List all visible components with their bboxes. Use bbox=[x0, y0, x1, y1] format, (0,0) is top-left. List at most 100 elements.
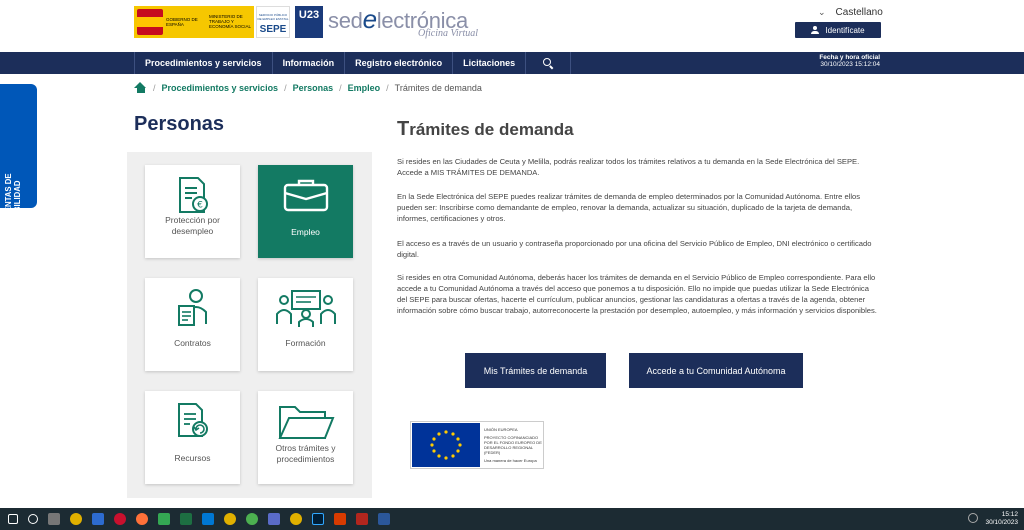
breadcrumb-current: Trámites de demanda bbox=[394, 82, 482, 93]
firefox-icon[interactable] bbox=[136, 513, 148, 525]
photoshop-icon[interactable] bbox=[312, 513, 324, 525]
header: GOBIERNO DE ESPAÑA MINISTERIO DE TRABAJO… bbox=[0, 0, 1024, 52]
breadcrumb-separator: / bbox=[339, 82, 342, 93]
sede-logo-prefix: sed bbox=[328, 8, 363, 33]
accessibility-label-line-1: HERRAMIENTAS DE bbox=[4, 173, 13, 249]
eu-line-1: UNIÓN EUROPEA bbox=[484, 427, 518, 432]
eu-funding-text: UNIÓN EUROPEA PROYECTO COFINANCIADO POR … bbox=[480, 427, 543, 463]
opera-icon[interactable] bbox=[114, 513, 126, 525]
nav-item-licitaciones[interactable]: Licitaciones bbox=[452, 52, 525, 74]
home-icon[interactable] bbox=[134, 82, 147, 93]
paragraph-1: Si resides en las Ciudades de Ceuta y Me… bbox=[397, 157, 860, 177]
page-title: Trámites de demanda bbox=[397, 118, 574, 141]
nav-item-procedimientos[interactable]: Procedimientos y servicios bbox=[134, 52, 272, 74]
card-label: Protección por desempleo bbox=[165, 215, 220, 236]
taskbar-time: 15:12 bbox=[1001, 511, 1018, 518]
person-document-icon bbox=[176, 288, 210, 328]
card-contratos[interactable]: Contratos bbox=[145, 278, 240, 371]
comunidad-autonoma-button[interactable]: Accede a tu Comunidad Autónoma bbox=[629, 353, 803, 388]
chrome-icon[interactable] bbox=[290, 513, 302, 525]
page-title-rest: rámites de demanda bbox=[409, 120, 574, 139]
search-button[interactable] bbox=[525, 52, 572, 74]
app-icon[interactable] bbox=[334, 513, 346, 525]
card-label: Contratos bbox=[174, 338, 211, 348]
accessibility-tools-tab[interactable]: HERRAMIENTAS DE ACCESIBILIDAD bbox=[0, 84, 37, 280]
search-icon bbox=[543, 58, 553, 68]
eu-flag-icon bbox=[412, 423, 480, 467]
breadcrumb: / Procedimientos y servicios / Personas … bbox=[134, 82, 482, 93]
chevron-left-icon bbox=[30, 227, 34, 233]
word-icon[interactable] bbox=[378, 513, 390, 525]
card-formacion[interactable]: Formación bbox=[258, 278, 353, 371]
login-button[interactable]: Identifícate bbox=[795, 22, 881, 38]
main-nav: Procedimientos y servicios Información R… bbox=[0, 52, 1024, 74]
chrome-icon[interactable] bbox=[70, 513, 82, 525]
nav-item-informacion[interactable]: Información bbox=[271, 52, 345, 74]
chevron-down-icon: ⌄ bbox=[818, 7, 826, 17]
wheelchair-icon bbox=[9, 263, 24, 280]
official-datetime: Fecha y hora oficial 30/10/2023 15:12:04 bbox=[819, 54, 880, 68]
gov-logo-text: GOBIERNO DE ESPAÑA bbox=[166, 17, 198, 27]
sepe-logo[interactable]: SERVICIO PÚBLICO DE EMPLEO ESTATAL SEPE bbox=[256, 6, 290, 38]
coat-of-arms-icon bbox=[137, 9, 163, 35]
folder-icon bbox=[277, 401, 335, 441]
breadcrumb-separator: / bbox=[153, 82, 156, 93]
card-label: Empleo bbox=[291, 227, 320, 237]
app-icon[interactable] bbox=[268, 513, 280, 525]
breadcrumb-separator: / bbox=[284, 82, 287, 93]
eu-funding-logo: UNIÓN EUROPEA PROYECTO COFINANCIADO POR … bbox=[410, 421, 544, 469]
trello-icon[interactable] bbox=[92, 513, 104, 525]
svg-text:€: € bbox=[197, 201, 203, 211]
page-title-initial: T bbox=[397, 118, 410, 140]
sepe-logo-small-text: SERVICIO PÚBLICO DE EMPLEO ESTATAL bbox=[257, 13, 289, 21]
breadcrumb-separator: / bbox=[386, 82, 389, 93]
card-otros-tramites[interactable]: Otros trámites y procedimientos bbox=[258, 391, 353, 484]
eu-line-3: Una manera de hacer Europa bbox=[484, 458, 537, 463]
document-refresh-icon bbox=[176, 401, 210, 441]
windows-taskbar: 15:12 30/10/2023 bbox=[0, 508, 1024, 530]
chrome-profile-icon[interactable] bbox=[246, 513, 258, 525]
card-recursos[interactable]: Recursos bbox=[145, 391, 240, 484]
language-label: Castellano bbox=[835, 7, 883, 18]
task-view-icon[interactable] bbox=[48, 513, 60, 525]
section-title: Personas bbox=[134, 113, 225, 135]
paragraph-4: Si resides en otra Comunidad Autónoma, d… bbox=[397, 273, 877, 315]
document-euro-icon: € bbox=[177, 175, 209, 215]
taskbar-clock[interactable]: 15:12 30/10/2023 bbox=[985, 511, 1018, 527]
datetime-value: 30/10/2023 15:12:04 bbox=[820, 61, 880, 68]
card-empleo[interactable]: Empleo bbox=[258, 165, 353, 258]
accessibility-label-line-2: ACCESIBILIDAD bbox=[13, 180, 22, 242]
card-proteccion-desempleo[interactable]: € Protección por desempleo bbox=[145, 165, 240, 258]
language-selector[interactable]: ⌄ Castellano bbox=[818, 7, 883, 18]
breadcrumb-personas[interactable]: Personas bbox=[293, 83, 334, 93]
taskbar-date: 30/10/2023 bbox=[985, 519, 1018, 526]
excel-icon[interactable] bbox=[180, 513, 192, 525]
paragraph-2: En la Sede Electrónica del SEPE puedes r… bbox=[397, 192, 861, 223]
network-icon[interactable] bbox=[968, 513, 978, 523]
user-icon bbox=[811, 26, 820, 34]
drive-icon[interactable] bbox=[158, 513, 170, 525]
app-icon[interactable] bbox=[356, 513, 368, 525]
paragraph-3: El acceso es a través de un usuario y co… bbox=[397, 239, 872, 259]
chrome-icon[interactable] bbox=[224, 513, 236, 525]
sepe-logo-text: SEPE bbox=[259, 24, 287, 35]
mis-tramites-button[interactable]: Mis Trámites de demanda bbox=[465, 353, 606, 388]
login-label: Identifícate bbox=[825, 25, 865, 35]
card-label: Recursos bbox=[174, 453, 211, 463]
datetime-label: Fecha y hora oficial bbox=[819, 54, 880, 61]
breadcrumb-empleo[interactable]: Empleo bbox=[348, 83, 381, 93]
ministry-logo-text: MINISTERIO DE TRABAJO Y ECONOMÍA SOCIAL bbox=[209, 14, 252, 29]
u23-logo: U23 bbox=[295, 6, 323, 38]
sede-subtitle: Oficina Virtual bbox=[418, 28, 479, 39]
sede-logo-e: e bbox=[362, 4, 377, 34]
u23-logo-text: U23 bbox=[298, 9, 320, 21]
search-icon[interactable] bbox=[28, 514, 38, 524]
card-label: Otros trámites y procedimientos bbox=[275, 443, 336, 464]
outlook-icon[interactable] bbox=[202, 513, 214, 525]
page: GOBIERNO DE ESPAÑA MINISTERIO DE TRABAJO… bbox=[0, 0, 1024, 530]
breadcrumb-procedimientos[interactable]: Procedimientos y servicios bbox=[162, 83, 279, 93]
windows-start-icon[interactable] bbox=[8, 514, 18, 524]
accessibility-label: HERRAMIENTAS DE ACCESIBILIDAD bbox=[4, 168, 22, 254]
nav-item-registro[interactable]: Registro electrónico bbox=[344, 52, 452, 74]
government-logo[interactable]: GOBIERNO DE ESPAÑA MINISTERIO DE TRABAJO… bbox=[134, 6, 254, 38]
